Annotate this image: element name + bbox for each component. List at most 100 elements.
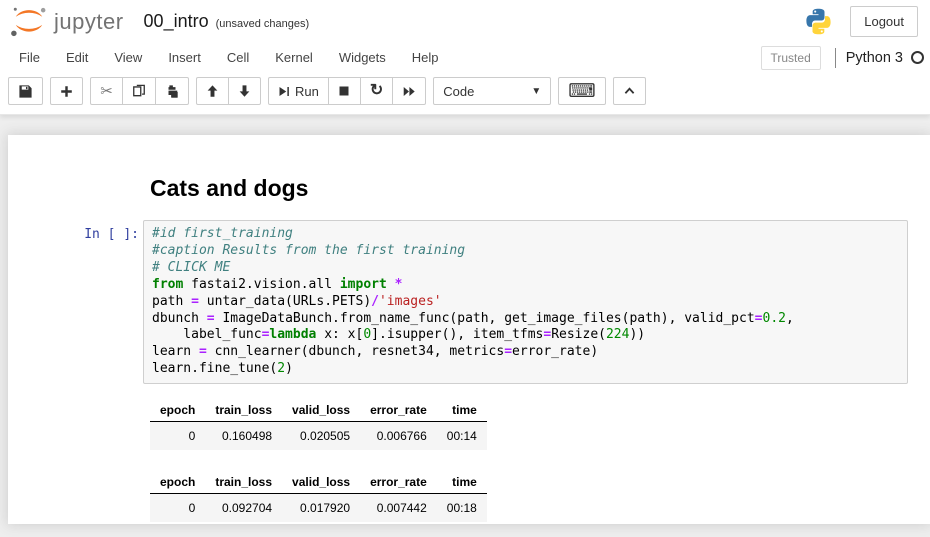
logout-button[interactable]: Logout [850, 6, 918, 37]
table-header-error_rate: error_rate [360, 399, 437, 422]
notebook-container: Cats and dogs In [ ]: #id first_training… [8, 135, 930, 524]
menu-item-insert[interactable]: Insert [155, 44, 214, 71]
chevron-up-icon [623, 85, 636, 97]
table-cell: 0.160498 [205, 422, 282, 451]
restart-kernel-icon: ↻ [370, 83, 383, 99]
code-line: label_func=lambda x: x[0].isupper(), ite… [152, 327, 899, 344]
table-cell: 0.027785 [205, 522, 282, 524]
jupyter-logo[interactable]: jupyter [8, 5, 124, 39]
jupyter-logo-text: jupyter [54, 9, 124, 35]
cell-input-prompt: In [ ]: [8, 220, 143, 384]
kernel-separator [835, 48, 836, 68]
move-up-icon [206, 84, 219, 98]
table-header-train_loss: train_loss [205, 399, 282, 422]
code-line: dbunch = ImageDataBunch.from_name_func(p… [152, 311, 899, 328]
code-editor[interactable]: #id first_training#caption Results from … [152, 226, 899, 378]
command-palette-button[interactable]: ⌨ [558, 77, 605, 105]
table-header-epoch: epoch [150, 471, 205, 494]
table-cell: 0.006766 [360, 422, 437, 451]
table-header-epoch: epoch [150, 399, 205, 422]
cut-icon: ✂ [100, 84, 113, 99]
notebook-title[interactable]: 00_intro [144, 11, 209, 32]
table-cell: 00:14 [437, 422, 487, 451]
code-line: #caption Results from the first training [152, 243, 899, 260]
training-results-table-2: epochtrain_lossvalid_losserror_ratetime0… [150, 471, 930, 524]
menu-item-widgets[interactable]: Widgets [326, 44, 399, 71]
paste-cell-button[interactable] [155, 77, 189, 105]
table-row: 00.0927040.0179200.00744200:18 [150, 494, 487, 523]
cell-type-dropdown[interactable]: Code ▼ [433, 77, 551, 105]
training-results-table-1: epochtrain_lossvalid_losserror_ratetime0… [150, 399, 930, 450]
cell-output-area: epochtrain_lossvalid_losserror_ratetime0… [150, 399, 930, 524]
add-cell-icon [60, 85, 73, 98]
table-cell: 0 [150, 422, 205, 451]
table-row: 00.1604980.0205050.00676600:14 [150, 422, 487, 451]
run-button-label: Run [295, 84, 319, 99]
kernel-idle-indicator-icon [911, 51, 924, 64]
restart-run-all-icon [402, 85, 416, 98]
stop-icon [338, 85, 350, 97]
run-icon [278, 85, 290, 98]
table-cell: 1 [150, 522, 205, 524]
run-cell-button[interactable]: Run [268, 77, 329, 105]
table-header-valid_loss: valid_loss [282, 399, 360, 422]
code-line: learn = cnn_learner(dbunch, resnet34, me… [152, 344, 899, 361]
menubar: FileEditViewInsertCellKernelWidgetsHelp … [0, 42, 930, 73]
code-line: from fastai2.vision.all import * [152, 277, 899, 294]
table-row: 10.0277850.0124490.00541300:18 [150, 522, 487, 524]
menu-item-view[interactable]: View [101, 44, 155, 71]
interrupt-kernel-button[interactable] [328, 77, 361, 105]
table-cell: 00:18 [437, 494, 487, 523]
table-cell: 00:18 [437, 522, 487, 524]
command-palette-keyboard-icon: ⌨ [568, 82, 595, 101]
table-cell: 0 [150, 494, 205, 523]
move-down-icon [238, 84, 251, 98]
trusted-badge[interactable]: Trusted [761, 46, 821, 70]
python-logo-icon [803, 6, 834, 37]
notebook-header: jupyter 00_intro (unsaved changes) Logou… [0, 0, 930, 115]
menu-item-kernel[interactable]: Kernel [262, 44, 326, 71]
save-icon [18, 84, 33, 99]
collapse-toolbar-button[interactable] [613, 77, 646, 105]
add-cell-button[interactable] [50, 77, 83, 105]
menu-item-file[interactable]: File [6, 44, 53, 71]
table-cell: 0.092704 [205, 494, 282, 523]
code-line: #id first_training [152, 226, 899, 243]
menu-item-help[interactable]: Help [399, 44, 452, 71]
table-cell: 0.007442 [360, 494, 437, 523]
kernel-name: Python 3 [846, 50, 903, 66]
header-title-row: jupyter 00_intro (unsaved changes) Logou… [0, 0, 930, 42]
move-cell-up-button[interactable] [196, 77, 229, 105]
toolbar: ✂ Run ↻ [0, 73, 930, 114]
markdown-cell[interactable]: Cats and dogs [8, 175, 930, 202]
code-line: path = untar_data(URLs.PETS)/'images' [152, 294, 899, 311]
cut-cell-button[interactable]: ✂ [90, 77, 123, 105]
save-button[interactable] [8, 77, 43, 105]
cell-type-selected-value: Code [443, 84, 474, 99]
table-cell: 0.005413 [360, 522, 437, 524]
notebook-heading: Cats and dogs [150, 175, 930, 202]
restart-kernel-button[interactable]: ↻ [360, 77, 393, 105]
table-cell: 0.020505 [282, 422, 360, 451]
copy-icon [132, 84, 146, 99]
paste-icon [165, 84, 179, 99]
notebook-save-status: (unsaved changes) [216, 18, 310, 30]
copy-cell-button[interactable] [122, 77, 156, 105]
restart-run-all-button[interactable] [392, 77, 426, 105]
move-cell-down-button[interactable] [228, 77, 261, 105]
code-cell[interactable]: In [ ]: #id first_training#caption Resul… [8, 220, 930, 384]
menu-item-edit[interactable]: Edit [53, 44, 101, 71]
jupyter-logo-icon [8, 5, 50, 39]
menu-item-cell[interactable]: Cell [214, 44, 262, 71]
table-header-valid_loss: valid_loss [282, 471, 360, 494]
table-header-error_rate: error_rate [360, 471, 437, 494]
code-line: # CLICK ME [152, 260, 899, 277]
table-header-time: time [437, 399, 487, 422]
code-line: learn.fine_tune(2) [152, 361, 899, 378]
table-cell: 0.017920 [282, 494, 360, 523]
table-cell: 0.012449 [282, 522, 360, 524]
table-header-train_loss: train_loss [205, 471, 282, 494]
dropdown-caret-icon: ▼ [531, 86, 541, 97]
code-input-area[interactable]: #id first_training#caption Results from … [143, 220, 908, 384]
table-header-time: time [437, 471, 487, 494]
